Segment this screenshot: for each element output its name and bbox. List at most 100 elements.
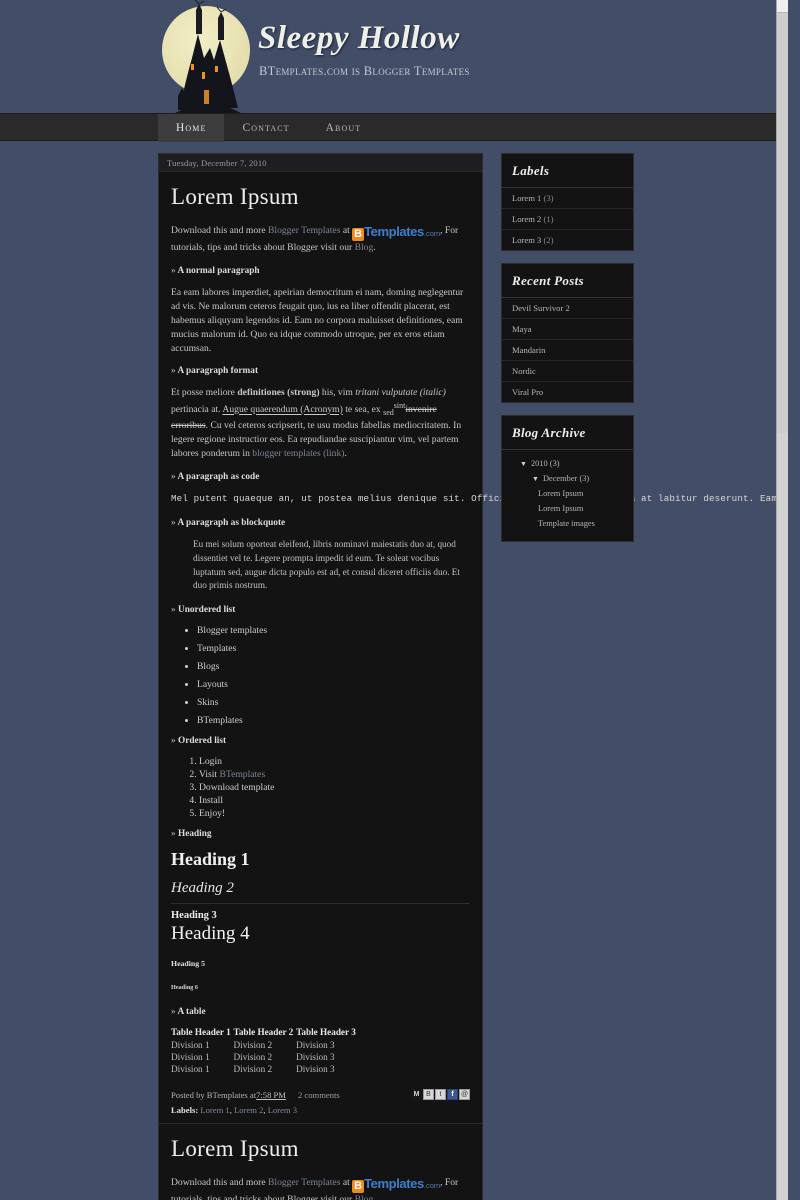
intro-end-text: .	[373, 242, 376, 253]
list-item: BTemplates	[197, 715, 470, 726]
fmt-a: Et posse meliore	[171, 387, 238, 399]
label-link[interactable]: Lorem 1	[200, 1105, 229, 1115]
fmt-f: .	[344, 447, 347, 459]
browser-scrollbar[interactable]	[776, 0, 788, 1200]
table-cell: Division 3	[296, 1064, 335, 1075]
label-link[interactable]: Lorem 2	[234, 1105, 263, 1115]
section-heading-table: A table	[171, 1007, 470, 1017]
label-link[interactable]: Lorem 3	[268, 1105, 297, 1115]
post-title[interactable]: Lorem Ipsum	[171, 1136, 470, 1162]
archive-month-count: (3)	[579, 474, 590, 483]
recent-post-item[interactable]: Viral Pro	[502, 382, 633, 402]
archive-year-label: 2010	[530, 459, 548, 468]
email-icon[interactable]: M	[411, 1089, 422, 1101]
nav-item-contact[interactable]: Contact	[224, 114, 307, 142]
sidebar-label-item[interactable]: Lorem 1 (3)	[502, 188, 633, 209]
btemplates-b-icon: B	[352, 228, 365, 241]
recent-post-item[interactable]: Devil Survivor 2	[502, 298, 633, 319]
recent-post-item[interactable]: Mandarin	[502, 340, 633, 361]
intro-pre-text: Download this and more	[171, 225, 268, 236]
post-title[interactable]: Lorem Ipsum	[171, 184, 470, 210]
posted-by-text: Posted by BTemplates at	[171, 1089, 257, 1100]
btemplates-wordmark: Templates	[364, 224, 424, 239]
castle-moon-logo[interactable]	[158, 0, 254, 122]
list-item: Download template	[199, 782, 470, 793]
archive-post-link[interactable]: Template images	[510, 516, 625, 531]
site-title[interactable]: Sleepy Hollow	[258, 20, 460, 57]
blog-icon[interactable]: B	[423, 1089, 434, 1101]
post-intro-paragraph: Download this and more Blogger Templates…	[171, 224, 470, 255]
nav-item-home[interactable]: Home	[158, 114, 225, 142]
section-heading-paragraph-format: A paragraph format	[171, 366, 470, 376]
list-item: Blogger templates	[197, 625, 470, 636]
blog-link[interactable]: Blog	[355, 242, 374, 253]
blogger-templates-link[interactable]: Blogger Templates	[268, 1177, 340, 1188]
list-item: Enjoy!	[199, 808, 470, 819]
subscript-text: sed	[383, 408, 394, 418]
table-row: Division 1 Division 2 Division 3	[171, 1051, 359, 1063]
list-item: Layouts	[197, 679, 470, 690]
pinterest-icon[interactable]: @	[459, 1089, 470, 1101]
blogger-templates-link[interactable]: Blogger Templates	[268, 225, 340, 236]
table-header-cell: Table Header 3	[296, 1027, 356, 1038]
sidebar-label-item[interactable]: Lorem 3 (2)	[502, 230, 633, 250]
btemplates-tld: .com	[423, 1181, 441, 1191]
comments-link[interactable]: 2 comments	[298, 1090, 340, 1100]
labels-title: Labels:	[171, 1105, 199, 1116]
widget-title-labels: Labels	[502, 154, 633, 188]
archive-tree: ▼ 2010 (3) ▼ December (3) Lorem Ipsum Lore…	[502, 450, 633, 541]
list-item: Visit BTemplates	[199, 769, 470, 780]
list-item: Install	[199, 795, 470, 806]
widget-title-blog-archive: Blog Archive	[502, 416, 633, 450]
blogger-templates-inline-link[interactable]: blogger templates (link)	[252, 448, 344, 459]
archive-post-link[interactable]: Lorem Ipsum	[510, 486, 625, 501]
section-heading-blockquote: A paragraph as blockquote	[171, 518, 470, 528]
castle-silhouette-icon	[164, 0, 250, 122]
blockquote-text: Eu mei solum oporteat eleifend, libris n…	[193, 539, 460, 591]
demo-heading-5: Heading 5	[171, 959, 206, 969]
btemplates-logo[interactable]: B Templates.com	[352, 1177, 441, 1194]
post-timestamp[interactable]: 7:58 PM	[256, 1090, 286, 1100]
page-root: Sleepy Hollow BTemplates.com is Blogger …	[0, 0, 788, 1200]
nav-item-about[interactable]: About	[308, 114, 380, 142]
chevron-down-icon: ▼	[532, 475, 539, 483]
table-cell: Division 2	[233, 1040, 273, 1051]
label-count: (2)	[543, 235, 554, 245]
table-row: Division 1 Division 2 Division 3	[171, 1039, 359, 1051]
label-count: (3)	[543, 193, 554, 203]
demo-heading-4: Heading 4	[171, 923, 250, 945]
scrollbar-thumb[interactable]	[777, 13, 788, 433]
italic-text: tritani vulputate (italic)	[355, 387, 446, 399]
demo-heading-2: Heading 2	[171, 880, 470, 905]
demo-heading-6: Heading 6	[171, 984, 198, 992]
section-heading-ordered-list: Ordered list	[171, 736, 470, 746]
section-heading-code: A paragraph as code	[171, 472, 470, 482]
section-heading-heading: Heading	[171, 829, 470, 839]
labels-widget: Labels Lorem 1 (3) Lorem 2 (1) Lorem 3 (…	[501, 153, 634, 251]
post-intro-paragraph: Download this and more Blogger Templates…	[171, 1176, 470, 1200]
archive-post-link[interactable]: Lorem Ipsum	[510, 501, 625, 516]
intro-pre-text: Download this and more	[171, 1177, 268, 1189]
blog-link[interactable]: Blog	[355, 1194, 374, 1200]
scrollbar-top-button[interactable]	[777, 0, 788, 13]
code-block: Mel putent quaeque an, ut postea melius …	[171, 492, 788, 504]
archive-year[interactable]: ▼ 2010 (3)	[510, 456, 625, 471]
label-name: Lorem 1	[512, 193, 542, 203]
archive-month[interactable]: ▼ December (3)	[510, 471, 625, 486]
fmt-b: his, vim	[319, 387, 356, 399]
sidebar-label-item[interactable]: Lorem 2 (1)	[502, 209, 633, 230]
site-description: BTemplates.com is Blogger Templates	[259, 64, 470, 78]
table-cell: Division 2	[233, 1064, 273, 1075]
btemplates-list-link[interactable]: BTemplates	[219, 769, 265, 780]
facebook-icon[interactable]: f	[447, 1089, 458, 1101]
table-cell: Division 1	[171, 1064, 210, 1075]
recent-post-item[interactable]: Maya	[502, 319, 633, 340]
demo-table: Table Header 1 Table Header 2 Table Head…	[171, 1027, 359, 1075]
btemplates-b-icon: B	[352, 1180, 365, 1194]
btemplates-logo[interactable]: B Templates.com	[352, 225, 440, 241]
recent-post-item[interactable]: Nordic	[502, 361, 633, 382]
blog-post-2: Lorem Ipsum Download this and more Blogg…	[159, 1124, 482, 1200]
twitter-icon[interactable]: t	[435, 1089, 446, 1101]
table-cell: Division 1	[171, 1052, 210, 1063]
unordered-list: Blogger templates Templates Blogs Layout…	[171, 625, 470, 726]
